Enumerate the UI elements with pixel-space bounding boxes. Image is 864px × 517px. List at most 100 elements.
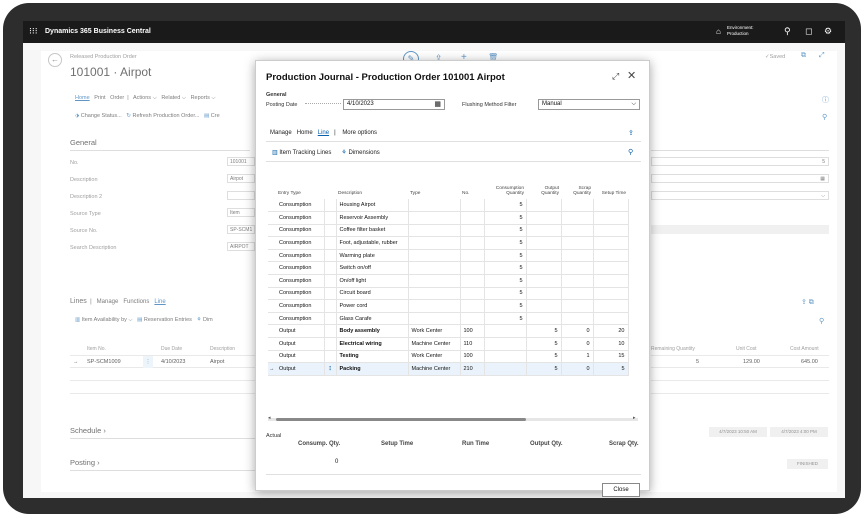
cell-description[interactable]: Coffee filter basket [336, 224, 409, 238]
cell-setup-time[interactable] [593, 224, 629, 238]
cell-scrap-qty[interactable] [561, 299, 594, 313]
journal-row[interactable]: Consumption On/off light 5 [268, 274, 629, 288]
cell-entry-type[interactable]: Consumption [276, 261, 325, 276]
cell-type[interactable] [408, 274, 461, 288]
cell-entry-type[interactable]: Consumption [276, 287, 325, 301]
cell-description[interactable]: Switch on/off [336, 261, 409, 276]
cell-no[interactable] [460, 236, 485, 250]
cell-no[interactable] [460, 287, 485, 301]
row-indicator[interactable] [268, 249, 276, 263]
col-output-qty[interactable]: Output Quantity [526, 181, 561, 199]
cell-output-qty[interactable] [526, 199, 562, 213]
cell-consumption-qty[interactable]: 5 [484, 249, 527, 263]
cell-consumption-qty[interactable]: 5 [484, 261, 527, 276]
cell-output-qty[interactable] [526, 211, 562, 225]
cell-no[interactable]: 110 [460, 337, 485, 351]
cell-consumption-qty[interactable]: 5 [484, 312, 527, 326]
cell-setup-time[interactable] [593, 236, 629, 250]
cell-description[interactable]: Power cord [336, 299, 409, 313]
cell-type[interactable] [408, 211, 461, 225]
horizontal-scrollbar[interactable] [268, 418, 638, 421]
cell-scrap-qty[interactable]: 0 [561, 324, 594, 339]
cell-setup-time[interactable]: 15 [593, 350, 629, 364]
journal-row[interactable]: Output Testing Work Center 100 5 1 15 [268, 350, 629, 364]
cell-scrap-qty[interactable]: 0 [561, 337, 594, 351]
scroll-right-icon[interactable]: ▸ [633, 415, 636, 421]
row-indicator[interactable] [268, 211, 276, 225]
cell-type[interactable] [408, 199, 461, 213]
cell-setup-time[interactable] [593, 299, 629, 313]
cell-consumption-qty[interactable] [484, 324, 527, 339]
col-setup-time[interactable]: Setup Time [593, 181, 628, 199]
row-indicator[interactable] [268, 337, 276, 351]
journal-row[interactable]: Consumption Glass Carafe 5 [268, 312, 629, 326]
cell-entry-type[interactable]: Output [276, 350, 325, 364]
cell-description[interactable]: Packing [336, 362, 409, 376]
cell-no[interactable]: 210 [460, 362, 485, 376]
cell-entry-type[interactable]: Consumption [276, 249, 325, 263]
row-menu-icon[interactable] [324, 249, 337, 263]
journal-row[interactable]: Consumption Power cord 5 [268, 299, 629, 313]
row-indicator[interactable] [268, 287, 276, 301]
row-menu-icon[interactable] [324, 224, 337, 238]
row-arrow-icon[interactable]: → [268, 362, 276, 376]
tab-line[interactable]: Line [318, 130, 329, 136]
cell-type[interactable] [408, 312, 461, 326]
calendar-icon[interactable]: ▦ [434, 100, 441, 109]
row-indicator[interactable] [268, 236, 276, 250]
row-menu-icon[interactable] [324, 287, 337, 301]
flushing-method-select[interactable]: Manual ⌵ [538, 99, 640, 110]
cell-scrap-qty[interactable]: 0 [561, 362, 594, 376]
cell-consumption-qty[interactable]: 5 [484, 236, 527, 250]
col-no[interactable]: No. [460, 181, 484, 199]
more-options[interactable]: More options [342, 130, 377, 136]
cell-type[interactable]: Machine Center [408, 337, 461, 351]
cell-output-qty[interactable] [526, 287, 562, 301]
journal-row[interactable]: Consumption Circuit board 5 [268, 287, 629, 301]
journal-row[interactable]: → Output ⋮ Packing Machine Center 210 5 0 5 [268, 362, 629, 376]
cell-setup-time[interactable]: 5 [593, 362, 629, 376]
col-type[interactable]: Type [408, 181, 460, 199]
row-menu-icon[interactable] [324, 324, 337, 339]
item-tracking-lines-button[interactable]: Item Tracking Lines [279, 150, 331, 156]
row-menu-icon[interactable] [324, 199, 337, 213]
col-consumption-qty[interactable]: Consumption Quantity [484, 181, 526, 199]
cell-setup-time[interactable] [593, 312, 629, 326]
cell-entry-type[interactable]: Consumption [276, 274, 325, 288]
row-menu-icon[interactable] [324, 211, 337, 225]
cell-no[interactable] [460, 299, 485, 313]
cell-entry-type[interactable]: Consumption [276, 299, 325, 313]
cell-output-qty[interactable] [526, 261, 562, 276]
cell-setup-time[interactable] [593, 287, 629, 301]
cell-output-qty[interactable] [526, 274, 562, 288]
search-icon[interactable]: ⚲ [784, 26, 791, 37]
cell-entry-type[interactable]: Consumption [276, 224, 325, 238]
col-entry-type[interactable]: Entry Type [276, 181, 324, 199]
cell-type[interactable] [408, 261, 461, 276]
cell-scrap-qty[interactable] [561, 224, 594, 238]
cell-scrap-qty[interactable] [561, 274, 594, 288]
cell-no[interactable] [460, 249, 485, 263]
cell-output-qty[interactable] [526, 249, 562, 263]
cell-scrap-qty[interactable] [561, 312, 594, 326]
cell-setup-time[interactable] [593, 249, 629, 263]
cell-output-qty[interactable]: 5 [526, 337, 562, 351]
cell-consumption-qty[interactable] [484, 337, 527, 351]
row-indicator[interactable] [268, 224, 276, 238]
cell-description[interactable]: On/off light [336, 274, 409, 288]
cell-description[interactable]: Reservoir Assembly [336, 211, 409, 225]
col-scrap-qty[interactable]: Scrap Quantity [561, 181, 593, 199]
cell-no[interactable] [460, 261, 485, 276]
cell-entry-type[interactable]: Output [276, 337, 325, 351]
cell-output-qty[interactable] [526, 299, 562, 313]
close-icon[interactable]: ✕ [627, 69, 636, 82]
cell-entry-type[interactable]: Consumption [276, 312, 325, 326]
row-indicator[interactable] [268, 324, 276, 339]
cell-description[interactable]: Circuit board [336, 287, 409, 301]
cell-scrap-qty[interactable]: 1 [561, 350, 594, 364]
cell-scrap-qty[interactable] [561, 199, 594, 213]
cell-no[interactable] [460, 224, 485, 238]
cell-no[interactable] [460, 199, 485, 213]
cell-setup-time[interactable]: 20 [593, 324, 629, 339]
notification-icon[interactable]: ◻ [805, 26, 812, 37]
